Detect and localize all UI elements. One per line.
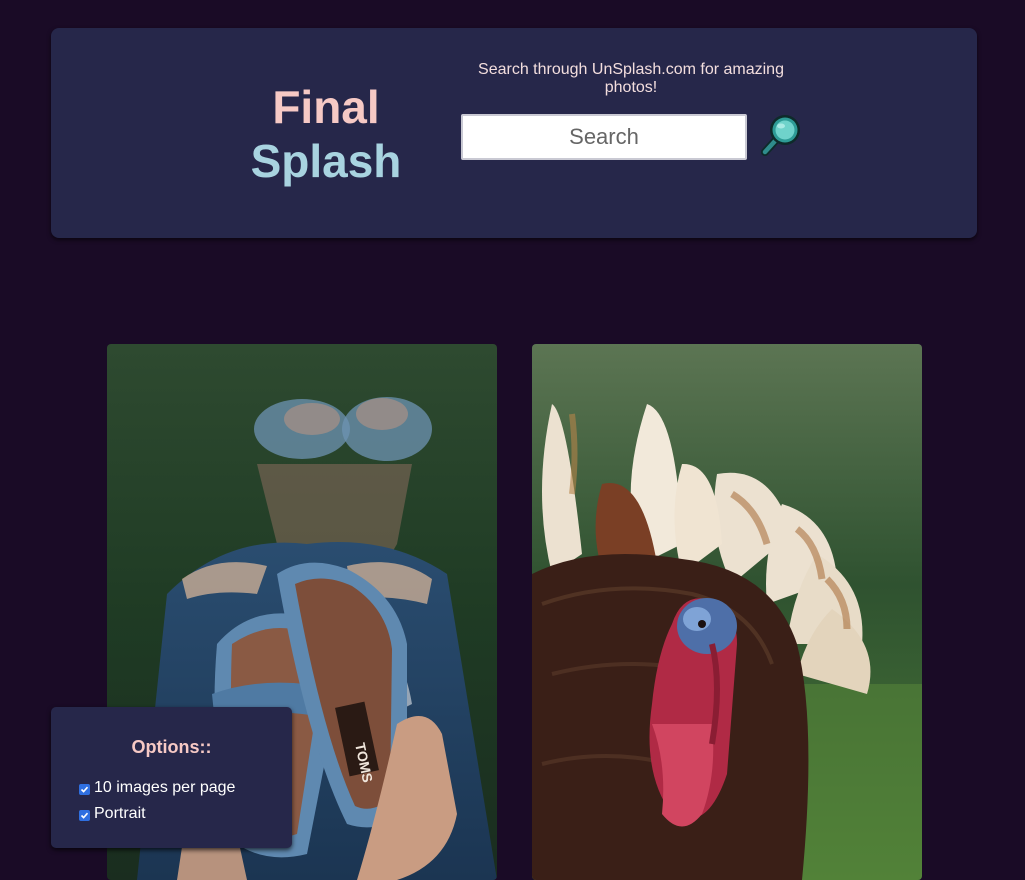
logo-line-final: Final [272, 81, 380, 133]
checkbox-images-per-page[interactable] [79, 783, 90, 795]
checkmark-icon [80, 786, 89, 793]
checkbox-portrait[interactable] [79, 809, 90, 821]
checkmark-icon [80, 812, 89, 819]
search-button[interactable] [756, 112, 806, 162]
search-input[interactable] [461, 114, 747, 160]
app-logo: Final Splash [241, 80, 411, 188]
gallery-photo-turkey[interactable] [532, 344, 922, 880]
option-label-images-per-page: 10 images per page [94, 779, 236, 796]
options-title: Options:: [131, 737, 212, 757]
search-tagline: Search through UnSplash.com for amazing … [478, 61, 784, 96]
option-label-portrait: Portrait [94, 805, 146, 822]
option-images-per-page[interactable]: 10 images per page [51, 775, 292, 801]
logo-line-splash: Splash [250, 135, 402, 187]
header-card: Final Splash Search through UnSplash.com… [51, 28, 977, 238]
options-panel: Options:: 10 images per page Portrait [51, 707, 292, 848]
option-portrait[interactable]: Portrait [51, 801, 292, 827]
magnifier-icon [756, 115, 806, 165]
